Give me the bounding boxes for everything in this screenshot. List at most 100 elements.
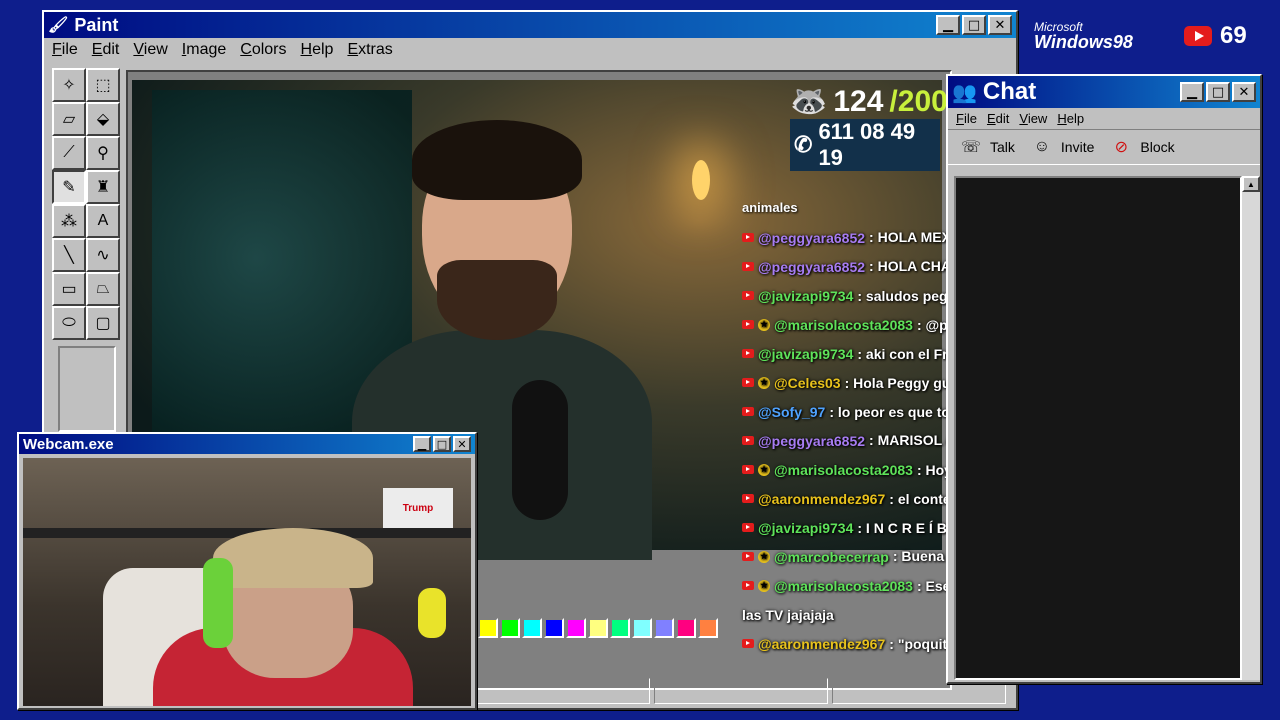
chat-username: @Sofy_97 [758,403,826,420]
chat-menu-edit[interactable]: Edit [987,111,1009,126]
paint-statusbar [476,678,1006,704]
scroll-up-icon[interactable]: ▲ [1242,176,1260,192]
chat-username: @peggyara6852 [758,229,866,246]
chat-maximize-button[interactable]: □ [1206,82,1230,102]
chat-minimize-button[interactable]: ▁ [1180,82,1204,102]
webcam-window: Webcam.exe ▁ □ ✕ Trump [17,432,477,710]
menu-extras[interactable]: Extras [347,41,392,59]
viewer-count-value: 69 [1220,22,1247,49]
magnifier-icon[interactable]: ⚲ [86,136,120,170]
menu-file[interactable]: File [52,41,78,59]
palette-swatch[interactable] [478,618,498,638]
palette-swatch[interactable] [632,618,652,638]
chat-username: @aaronmendez967 [758,490,886,507]
chat-toolbar: ☏ Talk ☺ Invite ⊘ Block [948,129,1260,165]
pencil-icon[interactable]: ✎ [52,170,86,204]
paint-close-button[interactable]: ✕ [988,15,1012,35]
palette-swatch[interactable] [610,618,630,638]
chat-menu-file[interactable]: File [956,111,977,126]
chat-pane[interactable]: ▲ [954,176,1260,680]
paint-menubar: File Edit View Image Colors Help Extras [44,38,1016,62]
paint-maximize-button[interactable]: □ [962,15,986,35]
talk-label: Talk [990,139,1015,155]
member-badge-icon: ★ [758,318,770,331]
goal-current: 124 [833,84,884,118]
webcam-close-button[interactable]: ✕ [453,436,471,452]
youtube-icon [742,436,754,445]
chat-close-button[interactable]: ✕ [1232,82,1256,102]
palette-swatch[interactable] [522,618,542,638]
curve-icon[interactable]: ∿ [86,238,120,272]
invite-label: Invite [1060,139,1095,155]
chat-username: @Celes03 [774,374,841,391]
menu-image[interactable]: Image [182,41,226,59]
airbrush-icon[interactable]: ⁂ [52,204,86,238]
brush-icon[interactable]: ♜ [86,170,120,204]
webcam-title: Webcam.exe [23,435,114,453]
chat-menu-help[interactable]: Help [1057,111,1084,126]
palette-swatch[interactable] [544,618,564,638]
fill-bucket-icon[interactable]: ⬙ [86,102,120,136]
palette-swatch[interactable] [588,618,608,638]
talk-button[interactable]: ☏ Talk [958,136,1015,158]
chat-username: @javizapi9734 [758,519,854,536]
menu-view[interactable]: View [133,41,167,59]
microphone [512,380,568,520]
chat-text: las TV jajajaja [742,606,834,623]
webcam-maximize-button[interactable]: □ [433,436,451,452]
chat-window: 👥 Chat ▁ □ ✕ File Edit View Help ☏ Talk … [946,74,1262,684]
youtube-icon [742,291,754,300]
paint-titlebar[interactable]: 🖌 Paint ▁ □ ✕ [44,12,1016,38]
webcam-feed: Trump [23,458,471,706]
youtube-icon [742,523,754,532]
chat-username: @marisolacosta2083 [774,461,913,478]
windows98-logo: Microsoft Windows98 [1034,20,1133,53]
webcam-person [153,518,413,706]
invite-icon: ☺ [1033,138,1051,155]
chat-username: @javizapi9734 [758,287,854,304]
windows98-label: Windows98 [1034,32,1133,52]
member-badge-icon: ★ [758,579,770,592]
palette-swatch[interactable] [566,618,586,638]
chat-username: @javizapi9734 [758,345,854,362]
color-picker-icon[interactable]: ⟋ [52,136,86,170]
menu-edit[interactable]: Edit [92,41,120,59]
webcam-minimize-button[interactable]: ▁ [413,436,431,452]
palette-swatch[interactable] [500,618,520,638]
youtube-icon [742,349,754,358]
block-label: Block [1140,139,1175,155]
chat-scrollbar[interactable]: ▲ [1242,176,1260,680]
paint-minimize-button[interactable]: ▁ [936,15,960,35]
youtube-icon [742,233,754,242]
block-button[interactable]: ⊘ Block [1108,136,1175,158]
eraser-icon[interactable]: ▱ [52,102,86,136]
palette-swatch[interactable] [676,618,696,638]
free-select-icon[interactable]: ✧ [52,68,86,102]
palette-swatch[interactable] [698,618,718,638]
youtube-icon [742,378,754,387]
chat-menu-view[interactable]: View [1019,111,1047,126]
text-icon[interactable]: A [86,204,120,238]
rubber-duck [418,588,446,638]
webcam-titlebar[interactable]: Webcam.exe ▁ □ ✕ [19,434,475,454]
rounded-rect-icon[interactable]: ▢ [86,306,120,340]
menu-colors[interactable]: Colors [240,41,286,59]
line-icon[interactable]: ╲ [52,238,86,272]
youtube-icon [742,639,754,648]
raccoon-icon: 🦝 [790,85,828,118]
paint-toolbox: ✧ ⬚ ▱ ⬙ ⟋ ⚲ ✎ ♜ ⁂ A ╲ ∿ ▭ ⏢ ⬭ ▢ [52,68,124,432]
chat-username: @peggyara6852 [758,258,866,275]
chat-menubar: File Edit View Help [948,108,1260,129]
status-panel [476,678,650,704]
ellipse-icon[interactable]: ⬭ [52,306,86,340]
tool-options-box[interactable] [58,346,116,432]
chat-titlebar[interactable]: 👥 Chat ▁ □ ✕ [948,76,1260,108]
polygon-icon[interactable]: ⏢ [86,272,120,306]
youtube-icon [742,262,754,271]
rectangle-icon[interactable]: ▭ [52,272,86,306]
palette-swatch[interactable] [654,618,674,638]
rect-select-icon[interactable]: ⬚ [86,68,120,102]
youtube-icon [742,320,754,329]
invite-button[interactable]: ☺ Invite [1029,136,1095,158]
menu-help[interactable]: Help [301,41,334,59]
